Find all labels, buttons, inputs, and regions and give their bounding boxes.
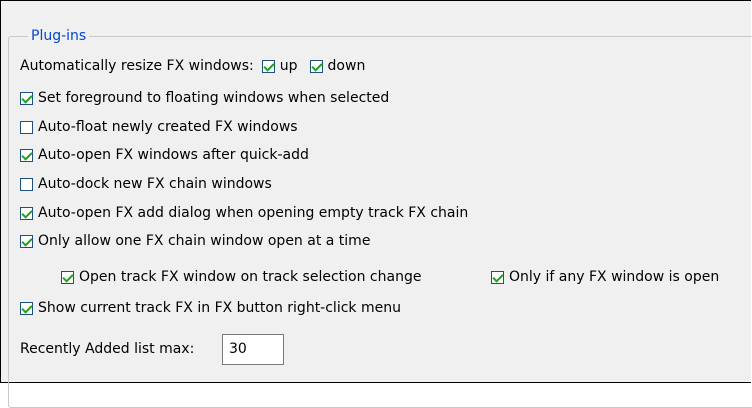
resize-row: Automatically resize FX windows: up down <box>20 56 365 76</box>
option-label: Auto-open FX windows after quick-add <box>38 147 309 163</box>
resize-up-label: up <box>279 58 298 74</box>
group-title: Plug-ins <box>28 27 90 45</box>
option-auto-open-add-dialog[interactable]: Auto-open FX add dialog when opening emp… <box>20 203 468 223</box>
option-label: Auto-open FX add dialog when opening emp… <box>38 205 469 221</box>
checkbox-up[interactable] <box>261 59 275 73</box>
option-only-one-chain[interactable]: Only allow one FX chain window open at a… <box>20 231 370 251</box>
checkbox[interactable] <box>20 206 33 220</box>
option-set-foreground[interactable]: Set foreground to floating windows when … <box>20 88 389 108</box>
resize-label: Automatically resize FX windows: <box>20 58 254 74</box>
recent-max-label: Recently Added list max: <box>20 341 195 357</box>
option-label: Show current track FX in FX button right… <box>38 300 401 316</box>
checkbox[interactable] <box>20 301 33 315</box>
option-auto-open-quick-add[interactable]: Auto-open FX windows after quick-add <box>20 145 309 165</box>
option-label: Auto-dock new FX chain windows <box>38 176 272 192</box>
option-only-if-open[interactable]: Only if any FX window is open <box>491 267 719 287</box>
recent-max-input[interactable]: 30 <box>222 334 284 365</box>
option-auto-float[interactable]: Auto-float newly created FX windows <box>20 117 298 137</box>
option-label: Set foreground to floating windows when … <box>38 90 390 106</box>
option-label: Only allow one FX chain window open at a… <box>38 233 371 249</box>
option-label: Only if any FX window is open <box>509 269 720 285</box>
checkbox-down[interactable] <box>309 59 323 73</box>
resize-down-label: down <box>327 58 366 74</box>
checkbox[interactable] <box>20 91 33 105</box>
checkbox[interactable] <box>20 177 33 191</box>
resize-up-checkbox[interactable]: up <box>261 56 298 76</box>
option-label: Open track FX window on track selection … <box>79 269 422 285</box>
checkbox[interactable] <box>491 270 504 284</box>
checkbox[interactable] <box>61 270 74 284</box>
option-open-track-fx[interactable]: Open track FX window on track selection … <box>61 267 421 287</box>
option-label: Auto-float newly created FX windows <box>38 119 298 135</box>
resize-down-checkbox[interactable]: down <box>309 56 366 76</box>
checkbox[interactable] <box>20 148 33 162</box>
option-show-current-track-fx[interactable]: Show current track FX in FX button right… <box>20 298 401 318</box>
checkbox[interactable] <box>20 120 33 134</box>
option-auto-dock[interactable]: Auto-dock new FX chain windows <box>20 174 272 194</box>
checkbox[interactable] <box>20 234 33 248</box>
